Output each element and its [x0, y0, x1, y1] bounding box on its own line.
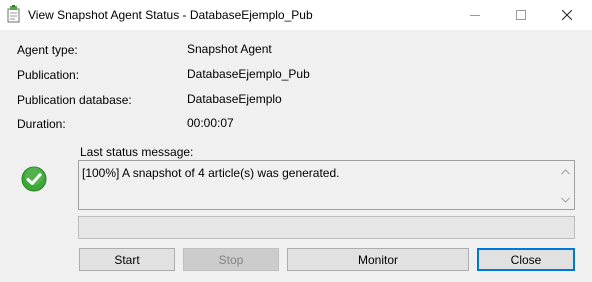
publication-database-label: Publication database:	[17, 93, 132, 107]
success-check-icon	[21, 166, 47, 192]
publication-database-value: DatabaseEjemplo	[187, 92, 282, 106]
minimize-button[interactable]	[452, 0, 498, 30]
stop-button[interactable]: Stop	[183, 248, 279, 271]
duration-value: 00:00:07	[187, 116, 234, 130]
scroll-up-icon[interactable]	[561, 169, 570, 175]
duration-label: Duration:	[17, 117, 66, 131]
agent-type-label: Agent type:	[17, 43, 78, 57]
start-button[interactable]: Start	[79, 248, 175, 271]
replication-agent-icon	[7, 5, 20, 23]
minimize-icon	[470, 15, 480, 16]
close-button[interactable]: Close	[477, 248, 575, 271]
publication-value: DatabaseEjemplo_Pub	[187, 67, 310, 81]
message-scrollbar[interactable]	[557, 161, 574, 209]
last-status-label: Last status message:	[80, 145, 194, 159]
close-window-button[interactable]	[544, 0, 590, 30]
status-message-box[interactable]: [100%] A snapshot of 4 article(s) was ge…	[78, 160, 575, 210]
maximize-button[interactable]	[498, 0, 544, 30]
progress-bar	[78, 216, 575, 239]
monitor-button[interactable]: Monitor	[287, 248, 469, 271]
scroll-down-icon[interactable]	[561, 197, 570, 203]
window-title: View Snapshot Agent Status - DatabaseEje…	[28, 8, 313, 22]
title-bar: View Snapshot Agent Status - DatabaseEje…	[0, 0, 592, 30]
close-icon	[562, 10, 572, 20]
status-message-text: [100%] A snapshot of 4 article(s) was ge…	[82, 166, 340, 180]
publication-label: Publication:	[17, 68, 80, 82]
maximize-icon	[516, 10, 526, 20]
agent-type-value: Snapshot Agent	[187, 42, 272, 56]
